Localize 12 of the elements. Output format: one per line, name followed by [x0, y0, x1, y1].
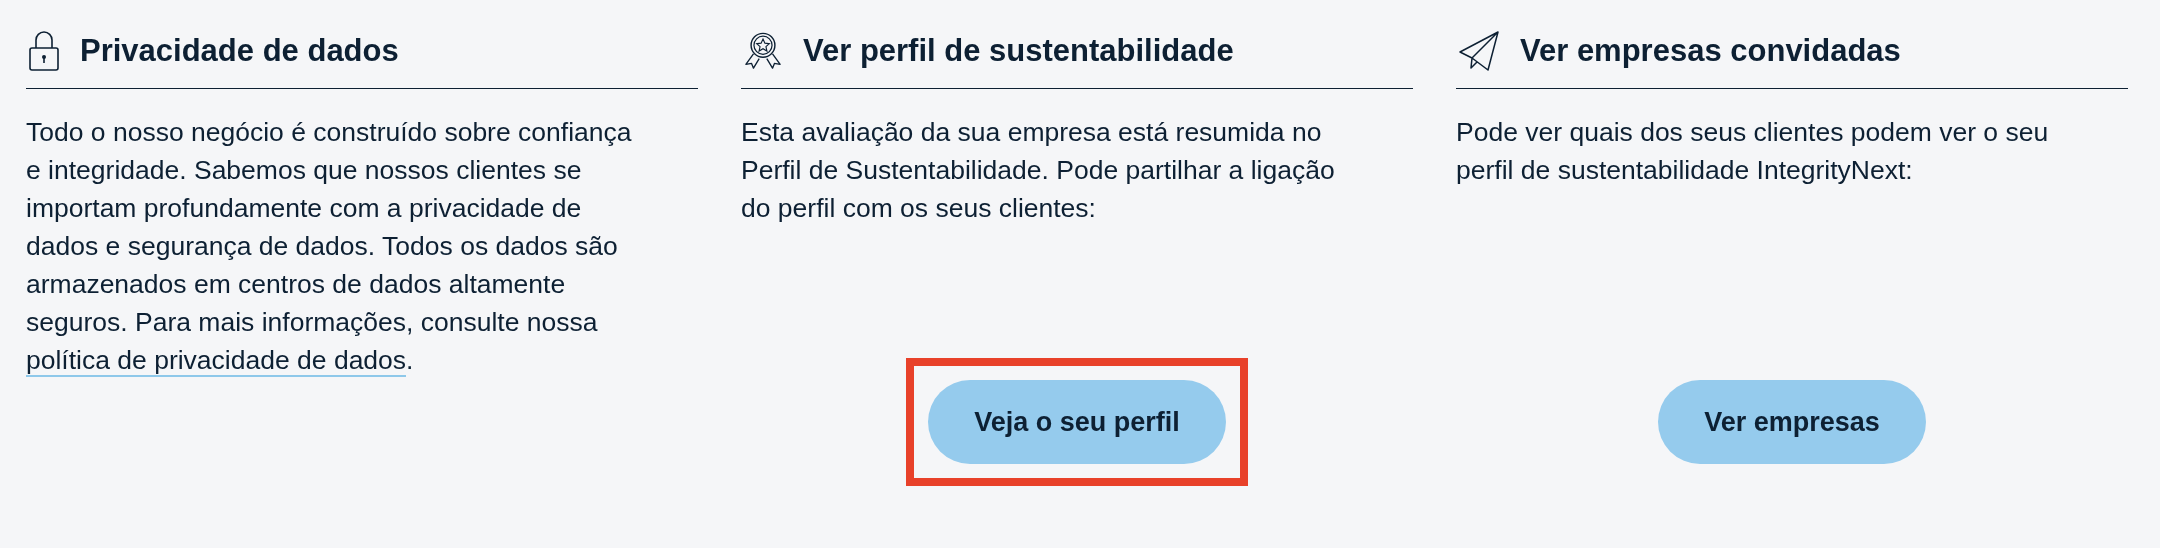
card-button[interactable]: Veja o seu perfil: [928, 380, 1226, 464]
card-description: Todo o nosso negócio é construído sobre confiança e integridade. Sabemos que nossos clientes se importam profundamente com a privacidade de dados e segurança de dados. Todos os dados são armazenados em centros de dados altamente seguros. Para mais informações, consulte nossa política de privacidade de dados.: [26, 116, 633, 379]
card-title: Ver empresas convidadas: [1520, 33, 1901, 69]
card-title: Ver perfil de sustentabilidade: [803, 33, 1234, 69]
lock-icon: [28, 30, 60, 72]
card-description: Esta avaliação da sua empresa está resumida no Perfil de Sustentabilidade. Pode partilhar a ligação do perfil com os seus clientes:: [741, 116, 1336, 225]
paper-plane-icon: [1458, 30, 1500, 72]
award-ribbon-icon: [743, 31, 783, 71]
card-title: Privacidade de dados: [80, 33, 399, 69]
card-description: Pode ver quais dos seus clientes podem ver o seu perfil de sustentabilidade IntegrityNext:: [1456, 116, 2050, 187]
card-button[interactable]: Ver empresas: [1658, 380, 1926, 464]
privacy-policy-link[interactable]: política de privacidade de dados: [26, 345, 407, 377]
